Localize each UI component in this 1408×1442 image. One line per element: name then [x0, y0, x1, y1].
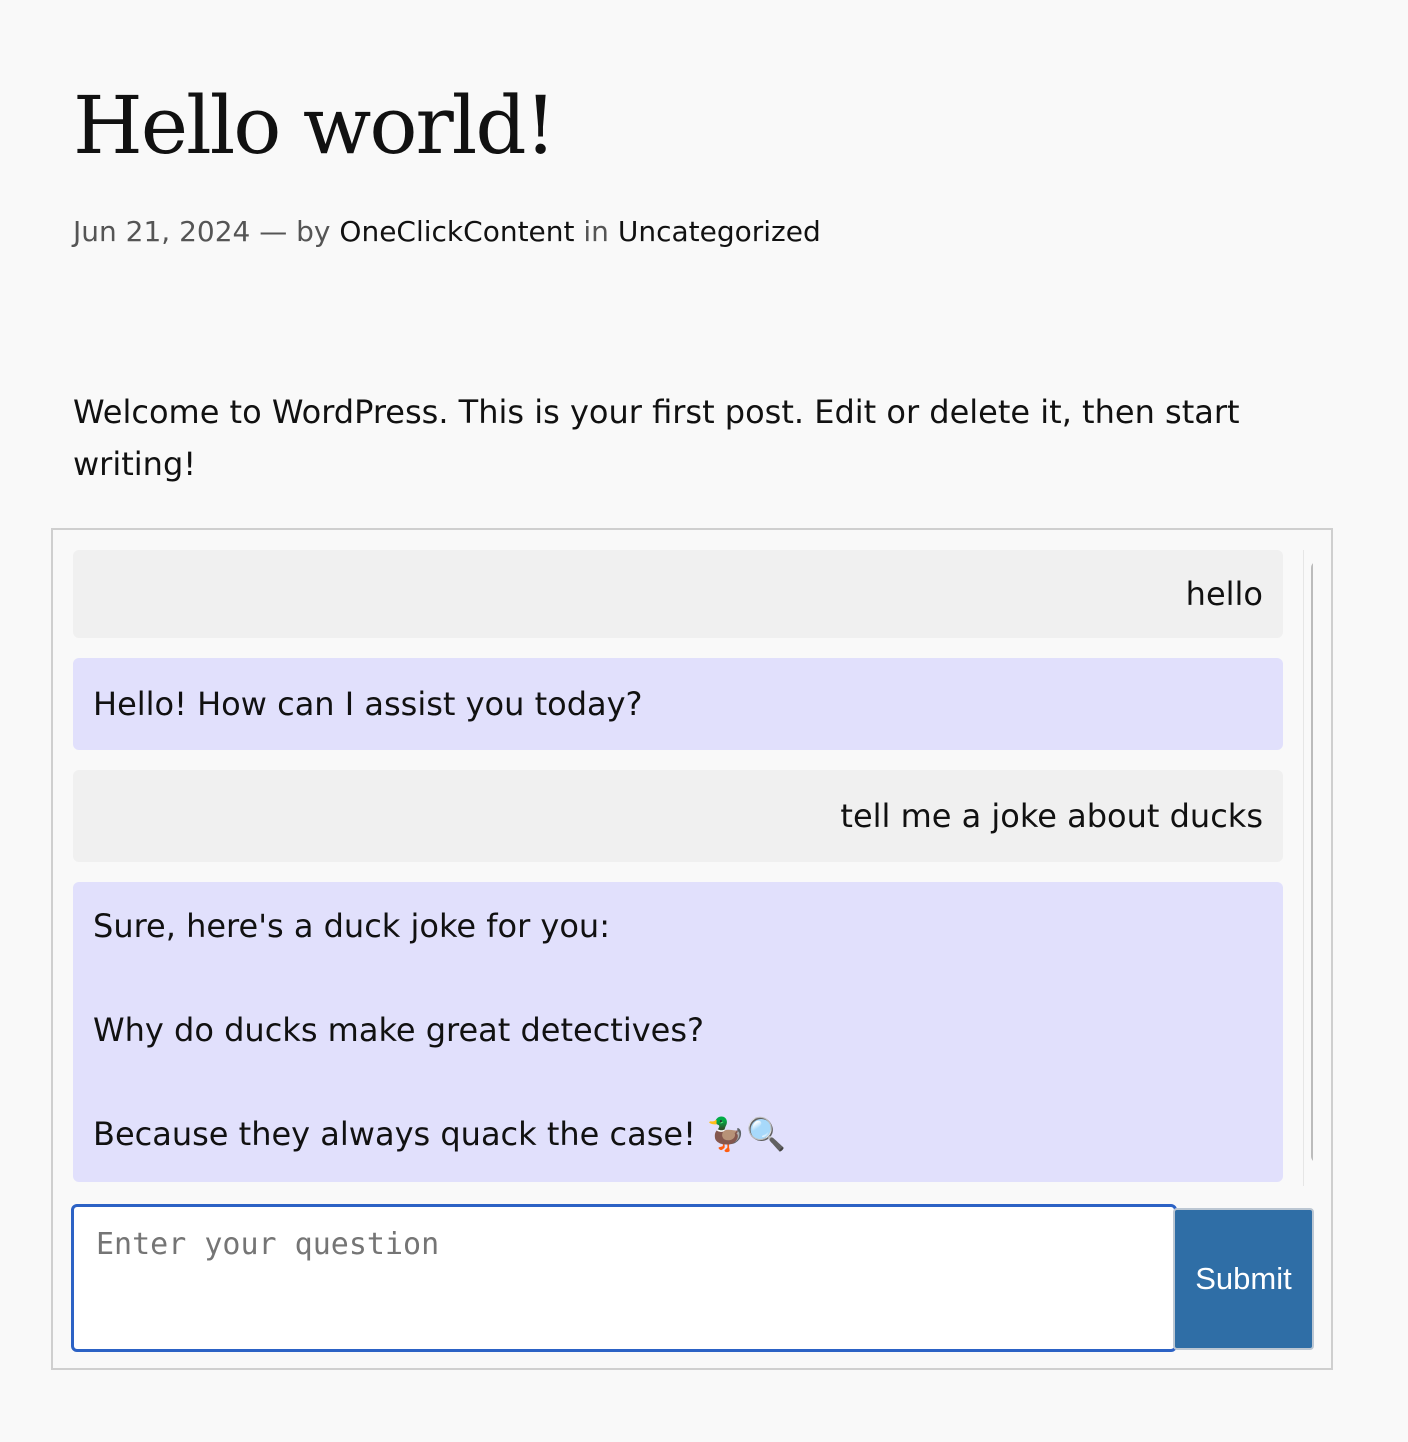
chat-scrollbar[interactable] — [1303, 550, 1313, 1186]
scrollbar-thumb[interactable] — [1311, 561, 1313, 1163]
message-paragraph: Sure, here's a duck joke for you: — [93, 907, 610, 945]
post-meta: Jun 21, 2024 — by OneClickContent in Unc… — [73, 212, 821, 252]
chatbot-widget: hello Hello! How can I assist you today?… — [51, 528, 1333, 1370]
submit-button[interactable]: Submit — [1173, 1208, 1314, 1350]
message-text: hello — [1185, 575, 1263, 613]
bot-message: Hello! How can I assist you today? — [73, 658, 1283, 750]
author-link[interactable]: OneClickContent — [339, 215, 574, 248]
question-input[interactable] — [71, 1204, 1177, 1352]
chat-log[interactable]: hello Hello! How can I assist you today?… — [73, 550, 1313, 1190]
in-separator: in — [583, 215, 609, 248]
message-paragraph: Because they always quack the case! 🦆🔍 — [93, 1115, 786, 1153]
user-message: tell me a joke about ducks — [73, 770, 1283, 862]
user-message: hello — [73, 550, 1283, 638]
message-text: Hello! How can I assist you today? — [93, 685, 643, 723]
by-separator: — by — [259, 215, 331, 248]
message-text: tell me a joke about ducks — [840, 797, 1263, 835]
post-title: Hello world! — [73, 79, 557, 172]
bot-message: Sure, here's a duck joke for you: Why do… — [73, 882, 1283, 1182]
message-paragraph: Why do ducks make great detectives? — [93, 1011, 705, 1049]
post-date: Jun 21, 2024 — [73, 215, 251, 248]
category-link[interactable]: Uncategorized — [618, 215, 821, 248]
post-content: Welcome to WordPress. This is your first… — [73, 393, 1240, 483]
